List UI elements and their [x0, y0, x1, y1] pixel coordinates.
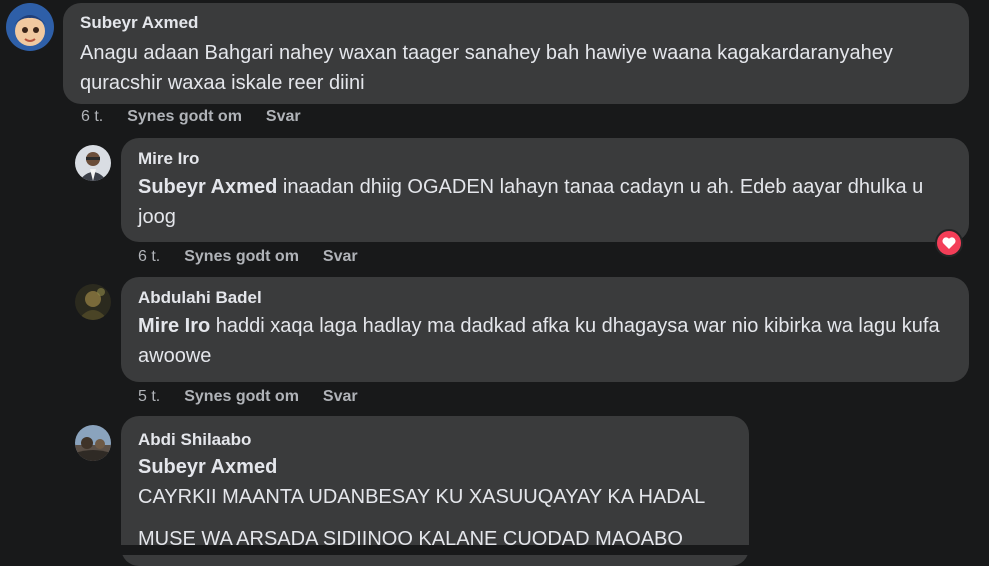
comment-timestamp[interactable]: 6 t. — [81, 108, 103, 126]
like-button[interactable]: Synes godt om — [184, 388, 299, 406]
comment-mention-line: Subeyr Axmed — [138, 452, 733, 482]
mention-link[interactable]: Subeyr Axmed — [138, 456, 277, 478]
avatar[interactable] — [75, 284, 111, 320]
profile-photo-icon — [75, 425, 111, 461]
reply-button[interactable]: Svar — [266, 108, 301, 126]
comment-timestamp[interactable]: 6 t. — [138, 248, 160, 266]
comment-text: Subeyr Axmed inaadan dhiig OGADEN lahayn… — [138, 176, 924, 228]
comment-author[interactable]: Abdulahi Badel — [138, 287, 953, 309]
comment-bubble: Mire Iro Subeyr Axmed inaadan dhiig OGAD… — [121, 138, 969, 242]
comment-author[interactable]: Subeyr Axmed — [80, 12, 953, 34]
cartoon-avatar-icon — [6, 3, 54, 51]
heart-icon — [942, 237, 956, 249]
comment-text: Mire Iro haddi xaqa laga hadlay ma dadka… — [138, 315, 940, 367]
comment-actions: 5 t. Synes godt om Svar — [138, 388, 358, 406]
profile-photo-icon — [75, 145, 111, 181]
comment-bubble: Subeyr Axmed Anagu adaan Bahgari nahey w… — [63, 3, 969, 104]
avatar[interactable] — [75, 425, 111, 461]
mention-link[interactable]: Subeyr Axmed — [138, 176, 277, 198]
comment-actions: 6 t. Synes godt om Svar — [138, 248, 358, 266]
reply-button[interactable]: Svar — [323, 248, 358, 266]
avatar[interactable] — [6, 3, 54, 51]
comment-text: Anagu adaan Bahgari nahey waxan taager s… — [80, 42, 893, 94]
like-button[interactable]: Synes godt om — [127, 108, 242, 126]
comment-bubble: Abdulahi Badel Mire Iro haddi xaqa laga … — [121, 277, 969, 382]
reply-button[interactable]: Svar — [323, 388, 358, 406]
profile-photo-icon — [75, 284, 111, 320]
avatar[interactable] — [75, 145, 111, 181]
comment-author[interactable]: Mire Iro — [138, 148, 953, 170]
comment-bubble: Abdi Shilaabo Subeyr Axmed CAYRKII MAANT… — [121, 416, 749, 566]
like-button[interactable]: Synes godt om — [184, 248, 299, 266]
mention-link[interactable]: Mire Iro — [138, 315, 210, 337]
comment-actions: 6 t. Synes godt om Svar — [81, 108, 301, 126]
comment-timestamp[interactable]: 5 t. — [138, 388, 160, 406]
comment-text: CAYRKII MAANTA UDANBESAY KU XASUUQAYAY K… — [138, 486, 706, 508]
comment-author[interactable]: Abdi Shilaabo — [138, 429, 733, 451]
reaction-badge[interactable] — [935, 229, 963, 257]
viewport-edge — [0, 545, 989, 555]
